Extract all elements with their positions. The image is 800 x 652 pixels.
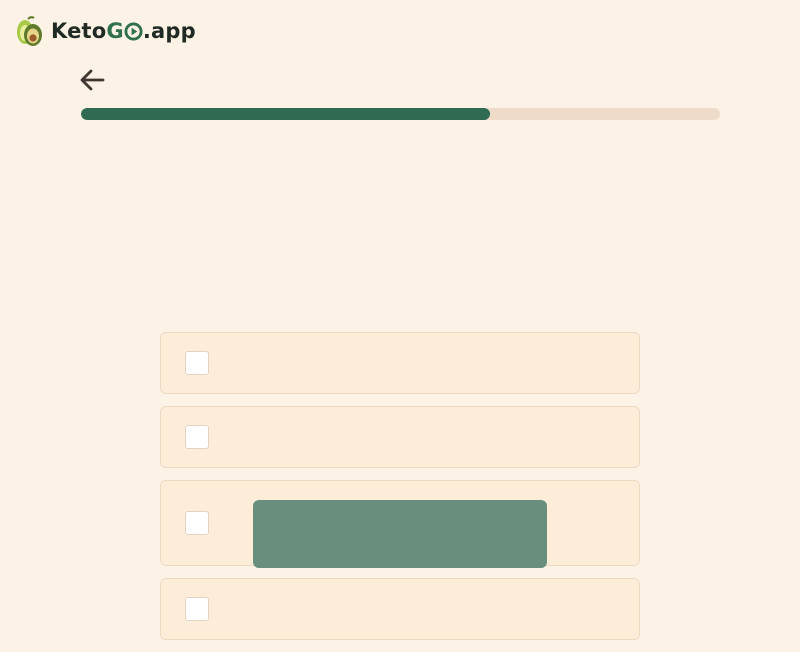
progress-bar-fill bbox=[81, 108, 490, 120]
avocado-icon bbox=[17, 16, 42, 46]
option-item[interactable] bbox=[160, 332, 640, 394]
brand-go-letter: G bbox=[106, 19, 124, 43]
play-circle-icon bbox=[124, 21, 143, 41]
option-item[interactable] bbox=[160, 578, 640, 640]
brand-suffix: .app bbox=[142, 19, 196, 43]
arrow-left-icon bbox=[80, 69, 105, 91]
option-checkbox[interactable] bbox=[185, 597, 209, 621]
option-item[interactable] bbox=[160, 406, 640, 468]
option-checkbox[interactable] bbox=[185, 511, 209, 535]
progress-bar bbox=[81, 108, 720, 120]
overlay-panel bbox=[253, 500, 547, 568]
options-list bbox=[160, 332, 640, 652]
brand-prefix: Keto bbox=[51, 19, 107, 43]
back-button[interactable] bbox=[76, 64, 108, 96]
brand-logo[interactable]: Keto G .app bbox=[14, 14, 196, 48]
option-checkbox[interactable] bbox=[185, 351, 209, 375]
option-checkbox[interactable] bbox=[185, 425, 209, 449]
brand-name: Keto G .app bbox=[51, 19, 196, 43]
